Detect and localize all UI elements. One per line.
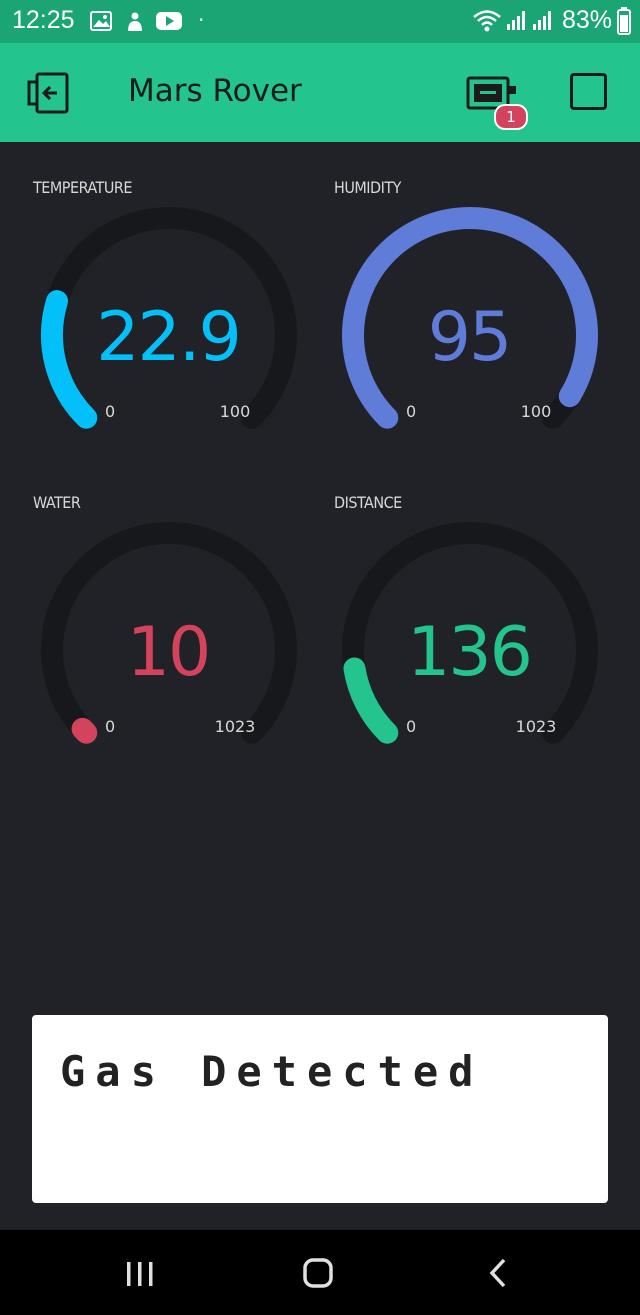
app-bar: Mars Rover 1 — [0, 43, 640, 142]
signal-2-icon — [532, 9, 554, 35]
humidity-gauge: HUMIDITY 95 0 100 — [334, 178, 634, 458]
project-title: Mars Rover — [128, 73, 302, 109]
gauge-max: 100 — [219, 402, 251, 421]
youtube-icon — [156, 11, 182, 35]
recent-apps-icon — [127, 1262, 153, 1286]
system-nav-bar — [0, 1230, 640, 1315]
lcd-display: Gas Detected — [32, 1015, 608, 1203]
gauge-min: 0 — [105, 717, 116, 736]
device-count-badge: 1 — [494, 104, 528, 130]
back-button[interactable] — [468, 1250, 528, 1296]
gauge-value: 136 — [407, 613, 533, 692]
gauge-value: 10 — [126, 613, 212, 692]
signal-1-icon — [506, 9, 528, 35]
home-icon — [303, 1258, 333, 1288]
gauge-value: 95 — [427, 298, 513, 377]
gauge-max: 1023 — [515, 717, 557, 736]
status-bar: 12:25 · 83% — [0, 0, 640, 43]
app-notification-icon — [124, 11, 146, 37]
gauge-value: 22.9 — [96, 298, 241, 377]
gauge-max: 100 — [520, 402, 552, 421]
device-status-button[interactable]: 1 — [466, 70, 528, 130]
temperature-gauge: TEMPERATURE 22.9 0 100 — [33, 178, 333, 458]
battery-level: 83% — [562, 6, 613, 34]
clock: 12:25 — [12, 6, 75, 34]
exit-project-button[interactable] — [27, 72, 73, 114]
stop-button[interactable] — [570, 73, 607, 110]
gauge-min: 0 — [406, 402, 417, 421]
wifi-icon — [472, 8, 502, 36]
gauge-max: 1023 — [214, 717, 256, 736]
lcd-line-1: Gas Detected — [60, 1047, 484, 1096]
gallery-icon — [90, 11, 112, 35]
home-button[interactable] — [288, 1250, 348, 1296]
gauge-min: 0 — [406, 717, 417, 736]
distance-gauge: DISTANCE 136 0 1023 — [334, 493, 634, 773]
water-gauge: WATER 10 0 1023 — [33, 493, 333, 773]
more-notifications-dot: · — [198, 8, 205, 32]
gauge-fill — [71, 717, 98, 744]
exit-icon — [27, 72, 69, 114]
gauge-min: 0 — [105, 402, 116, 421]
back-chevron-icon — [489, 1258, 506, 1288]
recent-apps-button[interactable] — [110, 1250, 170, 1296]
battery-icon — [617, 7, 631, 39]
